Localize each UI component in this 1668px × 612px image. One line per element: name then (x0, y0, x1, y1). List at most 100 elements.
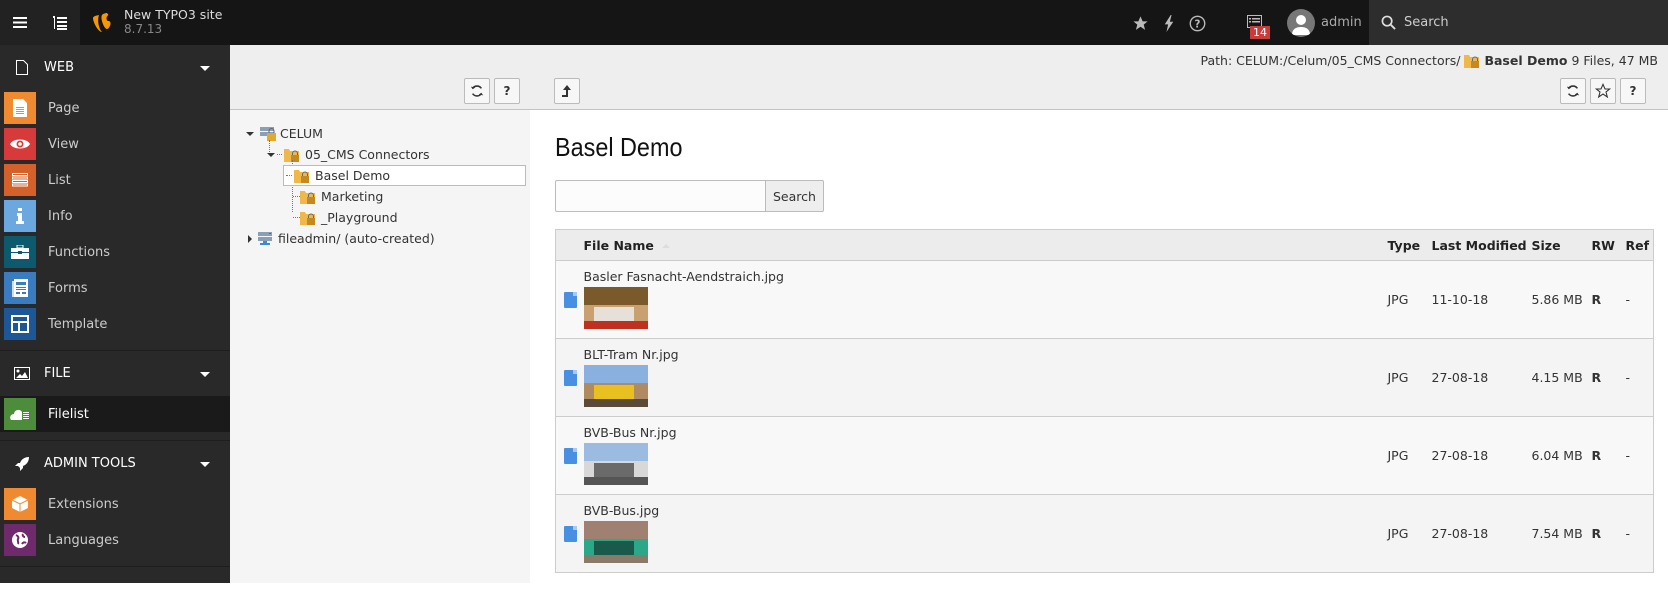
module-menu-toggle[interactable] (0, 0, 40, 45)
search-input[interactable]: Search (1404, 15, 1449, 30)
file-name-link[interactable]: Basler Fasnacht-Aendstraich.jpg (584, 261, 1388, 284)
column-header-filename[interactable]: File Name (583, 229, 1388, 261)
thumbnail-region (583, 287, 648, 305)
file-size: 4.15 MB (1531, 338, 1592, 417)
hamburger-menu-icon (13, 17, 27, 28)
file-thumbnail[interactable] (583, 287, 648, 329)
extension-box-icon (4, 488, 36, 520)
file-row[interactable]: Basler Fasnacht-Aendstraich.jpg JPG 11-1… (555, 260, 1654, 339)
module-group-web[interactable]: WEB (0, 45, 230, 90)
image-icon (14, 367, 30, 380)
module-page[interactable]: Page (0, 90, 230, 126)
module-view[interactable]: View (0, 126, 230, 162)
folder-tree-frame: ? CELUM 05_CMS Connectors Basel Demo Mar… (230, 45, 530, 583)
tree-node-basel-demo[interactable]: Basel Demo (283, 165, 526, 186)
column-header-size[interactable]: Size (1531, 229, 1592, 261)
refresh-icon (470, 85, 484, 97)
file-permissions: R (1591, 416, 1626, 495)
file-last-modified: 11-10-18 (1431, 260, 1532, 339)
module-functions[interactable]: Functions (0, 234, 230, 270)
help-button[interactable]: ? (1186, 12, 1208, 34)
collapse-toggle-icon[interactable] (246, 131, 254, 136)
user-avatar[interactable] (1287, 9, 1315, 37)
module-label: Forms (48, 280, 88, 296)
tree-help-button[interactable]: ? (494, 78, 520, 104)
reload-button[interactable] (1560, 78, 1586, 104)
user-name[interactable]: admin (1321, 15, 1362, 30)
folder-up-button[interactable] (554, 78, 580, 104)
module-menu: WEB Page View List Info Functions Forms … (0, 45, 230, 597)
column-header-ref[interactable]: Ref (1625, 229, 1654, 261)
help-button[interactable]: ? (1620, 78, 1646, 104)
file-name-link[interactable]: BVB-Bus Nr.jpg (584, 417, 1388, 440)
bookmarks-button[interactable] (1129, 12, 1151, 34)
tree-node-label: _Playground (321, 210, 398, 225)
view-eye-icon (4, 128, 36, 160)
page-module-icon (4, 92, 36, 124)
folder-locked-icon (300, 211, 315, 225)
module-forms[interactable]: Forms (0, 270, 230, 306)
module-list[interactable]: List (0, 162, 230, 198)
path-bar: Path: CELUM:/Celum/05_CMS Connectors/ Ba… (1201, 53, 1658, 68)
navigation-tree-toggle[interactable] (40, 0, 80, 45)
file-name-link[interactable]: BLT-Tram Nr.jpg (584, 339, 1388, 362)
tree-node-label: Basel Demo (315, 168, 391, 183)
level-up-icon (562, 85, 571, 97)
module-extensions[interactable]: Extensions (0, 486, 230, 522)
page-icon (16, 60, 28, 75)
folder-summary: 9 Files, 47 MB (1571, 53, 1658, 68)
file-row[interactable]: BVB-Bus.jpg JPG 27-08-18 7.54 MB R - (555, 494, 1654, 573)
site-info[interactable]: New TYPO3 site 8.7.13 (124, 7, 223, 37)
file-search-input[interactable] (555, 180, 765, 212)
page-title: Basel Demo (555, 132, 683, 162)
svg-text:?: ? (1194, 19, 1200, 30)
rocket-icon (15, 456, 29, 471)
module-group-system[interactable]: SYSTEM (0, 567, 230, 612)
column-header-type[interactable]: Type (1387, 229, 1432, 261)
file-thumbnail[interactable] (583, 521, 648, 563)
tree-refresh-button[interactable] (464, 78, 490, 104)
filelist-body: Basel Demo Search File Name Type Last Mo… (555, 110, 1655, 573)
file-search-button[interactable]: Search (765, 180, 824, 212)
tree-node-label: Marketing (321, 189, 384, 204)
file-last-modified: 27-08-18 (1431, 416, 1532, 495)
storage-icon (258, 232, 272, 245)
typo3-logo-icon[interactable] (90, 10, 114, 34)
clear-cache-button[interactable] (1158, 12, 1180, 34)
site-name: New TYPO3 site (124, 7, 223, 22)
flash-icon (1164, 14, 1174, 32)
module-label: Languages (48, 532, 119, 548)
file-size: 5.86 MB (1531, 260, 1592, 339)
help-icon: ? (1629, 84, 1637, 98)
file-type: JPG (1387, 338, 1432, 417)
tree-node-cms-connectors[interactable]: 05_CMS Connectors (230, 144, 530, 165)
thumbnail-region (583, 321, 648, 329)
bookmark-button[interactable] (1590, 78, 1616, 104)
module-label: Info (48, 208, 73, 224)
module-filelist[interactable]: Filelist (0, 396, 230, 432)
module-info[interactable]: Info (0, 198, 230, 234)
collapse-toggle-icon[interactable] (267, 152, 275, 157)
column-header-rw[interactable]: RW (1591, 229, 1626, 261)
live-search[interactable]: Search (1369, 0, 1668, 45)
tree-node-playground[interactable]: _Playground (230, 207, 530, 228)
column-header-last-modified[interactable]: Last Modified (1431, 229, 1532, 261)
module-template[interactable]: Template (0, 306, 230, 342)
tree-node-fileadmin[interactable]: fileadmin/ (auto-created) (230, 228, 530, 249)
file-thumbnail[interactable] (583, 443, 648, 485)
tree-node-marketing[interactable]: Marketing (230, 186, 530, 207)
module-languages[interactable]: Languages (0, 522, 230, 558)
module-group-file[interactable]: FILE (0, 351, 230, 396)
refresh-icon (1566, 85, 1580, 97)
tree-list-icon (53, 15, 67, 30)
tree-node-celum[interactable]: CELUM (230, 123, 530, 144)
file-row[interactable]: BVB-Bus Nr.jpg JPG 27-08-18 6.04 MB R - (555, 416, 1654, 495)
expand-toggle-icon[interactable] (248, 234, 252, 243)
file-row[interactable]: BLT-Tram Nr.jpg JPG 27-08-18 4.15 MB R - (555, 338, 1654, 417)
thumbnail-region (593, 463, 634, 477)
module-label: List (48, 172, 71, 188)
forms-icon (4, 272, 36, 304)
module-group-admin-tools[interactable]: ADMIN TOOLS (0, 441, 230, 486)
file-thumbnail[interactable] (583, 365, 648, 407)
file-name-link[interactable]: BVB-Bus.jpg (584, 495, 1388, 518)
